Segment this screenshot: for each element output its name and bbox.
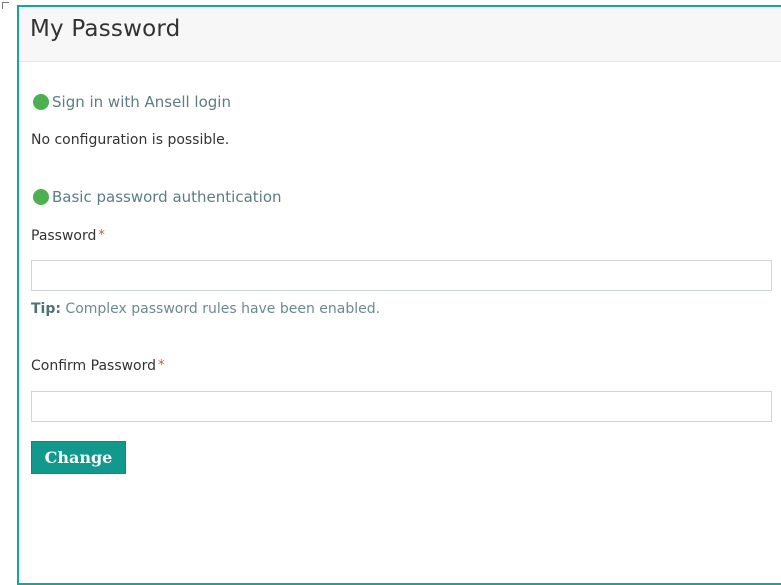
password-label-text: Password: [31, 228, 97, 244]
green-dot-icon: [33, 94, 49, 110]
confirm-password-input[interactable]: [31, 391, 772, 422]
window-corner-mark: [2, 2, 9, 9]
basic-auth-heading-text: Basic password authentication: [52, 188, 282, 206]
required-marker: *: [158, 358, 165, 373]
password-panel: My Password Sign in with Ansell login No…: [17, 5, 781, 585]
panel-header: My Password: [19, 7, 781, 62]
tip-label: Tip:: [31, 301, 61, 317]
change-button[interactable]: Change: [31, 441, 126, 474]
password-input[interactable]: [31, 260, 772, 291]
confirm-password-label: Confirm Password *: [31, 358, 165, 374]
required-marker: *: [98, 228, 105, 243]
page: My Password Sign in with Ansell login No…: [0, 0, 781, 585]
page-title: My Password: [30, 16, 181, 42]
password-label: Password *: [31, 228, 105, 244]
password-tip: Tip: Complex password rules have been en…: [31, 301, 380, 317]
tip-text: Complex password rules have been enabled…: [60, 301, 381, 317]
basic-auth-section-heading: Basic password authentication: [33, 188, 282, 206]
green-dot-icon: [33, 189, 49, 205]
ansell-login-heading-text: Sign in with Ansell login: [52, 93, 231, 111]
ansell-login-section-heading: Sign in with Ansell login: [33, 93, 231, 111]
confirm-password-label-text: Confirm Password: [31, 358, 157, 374]
ansell-config-message: No configuration is possible.: [31, 132, 230, 148]
